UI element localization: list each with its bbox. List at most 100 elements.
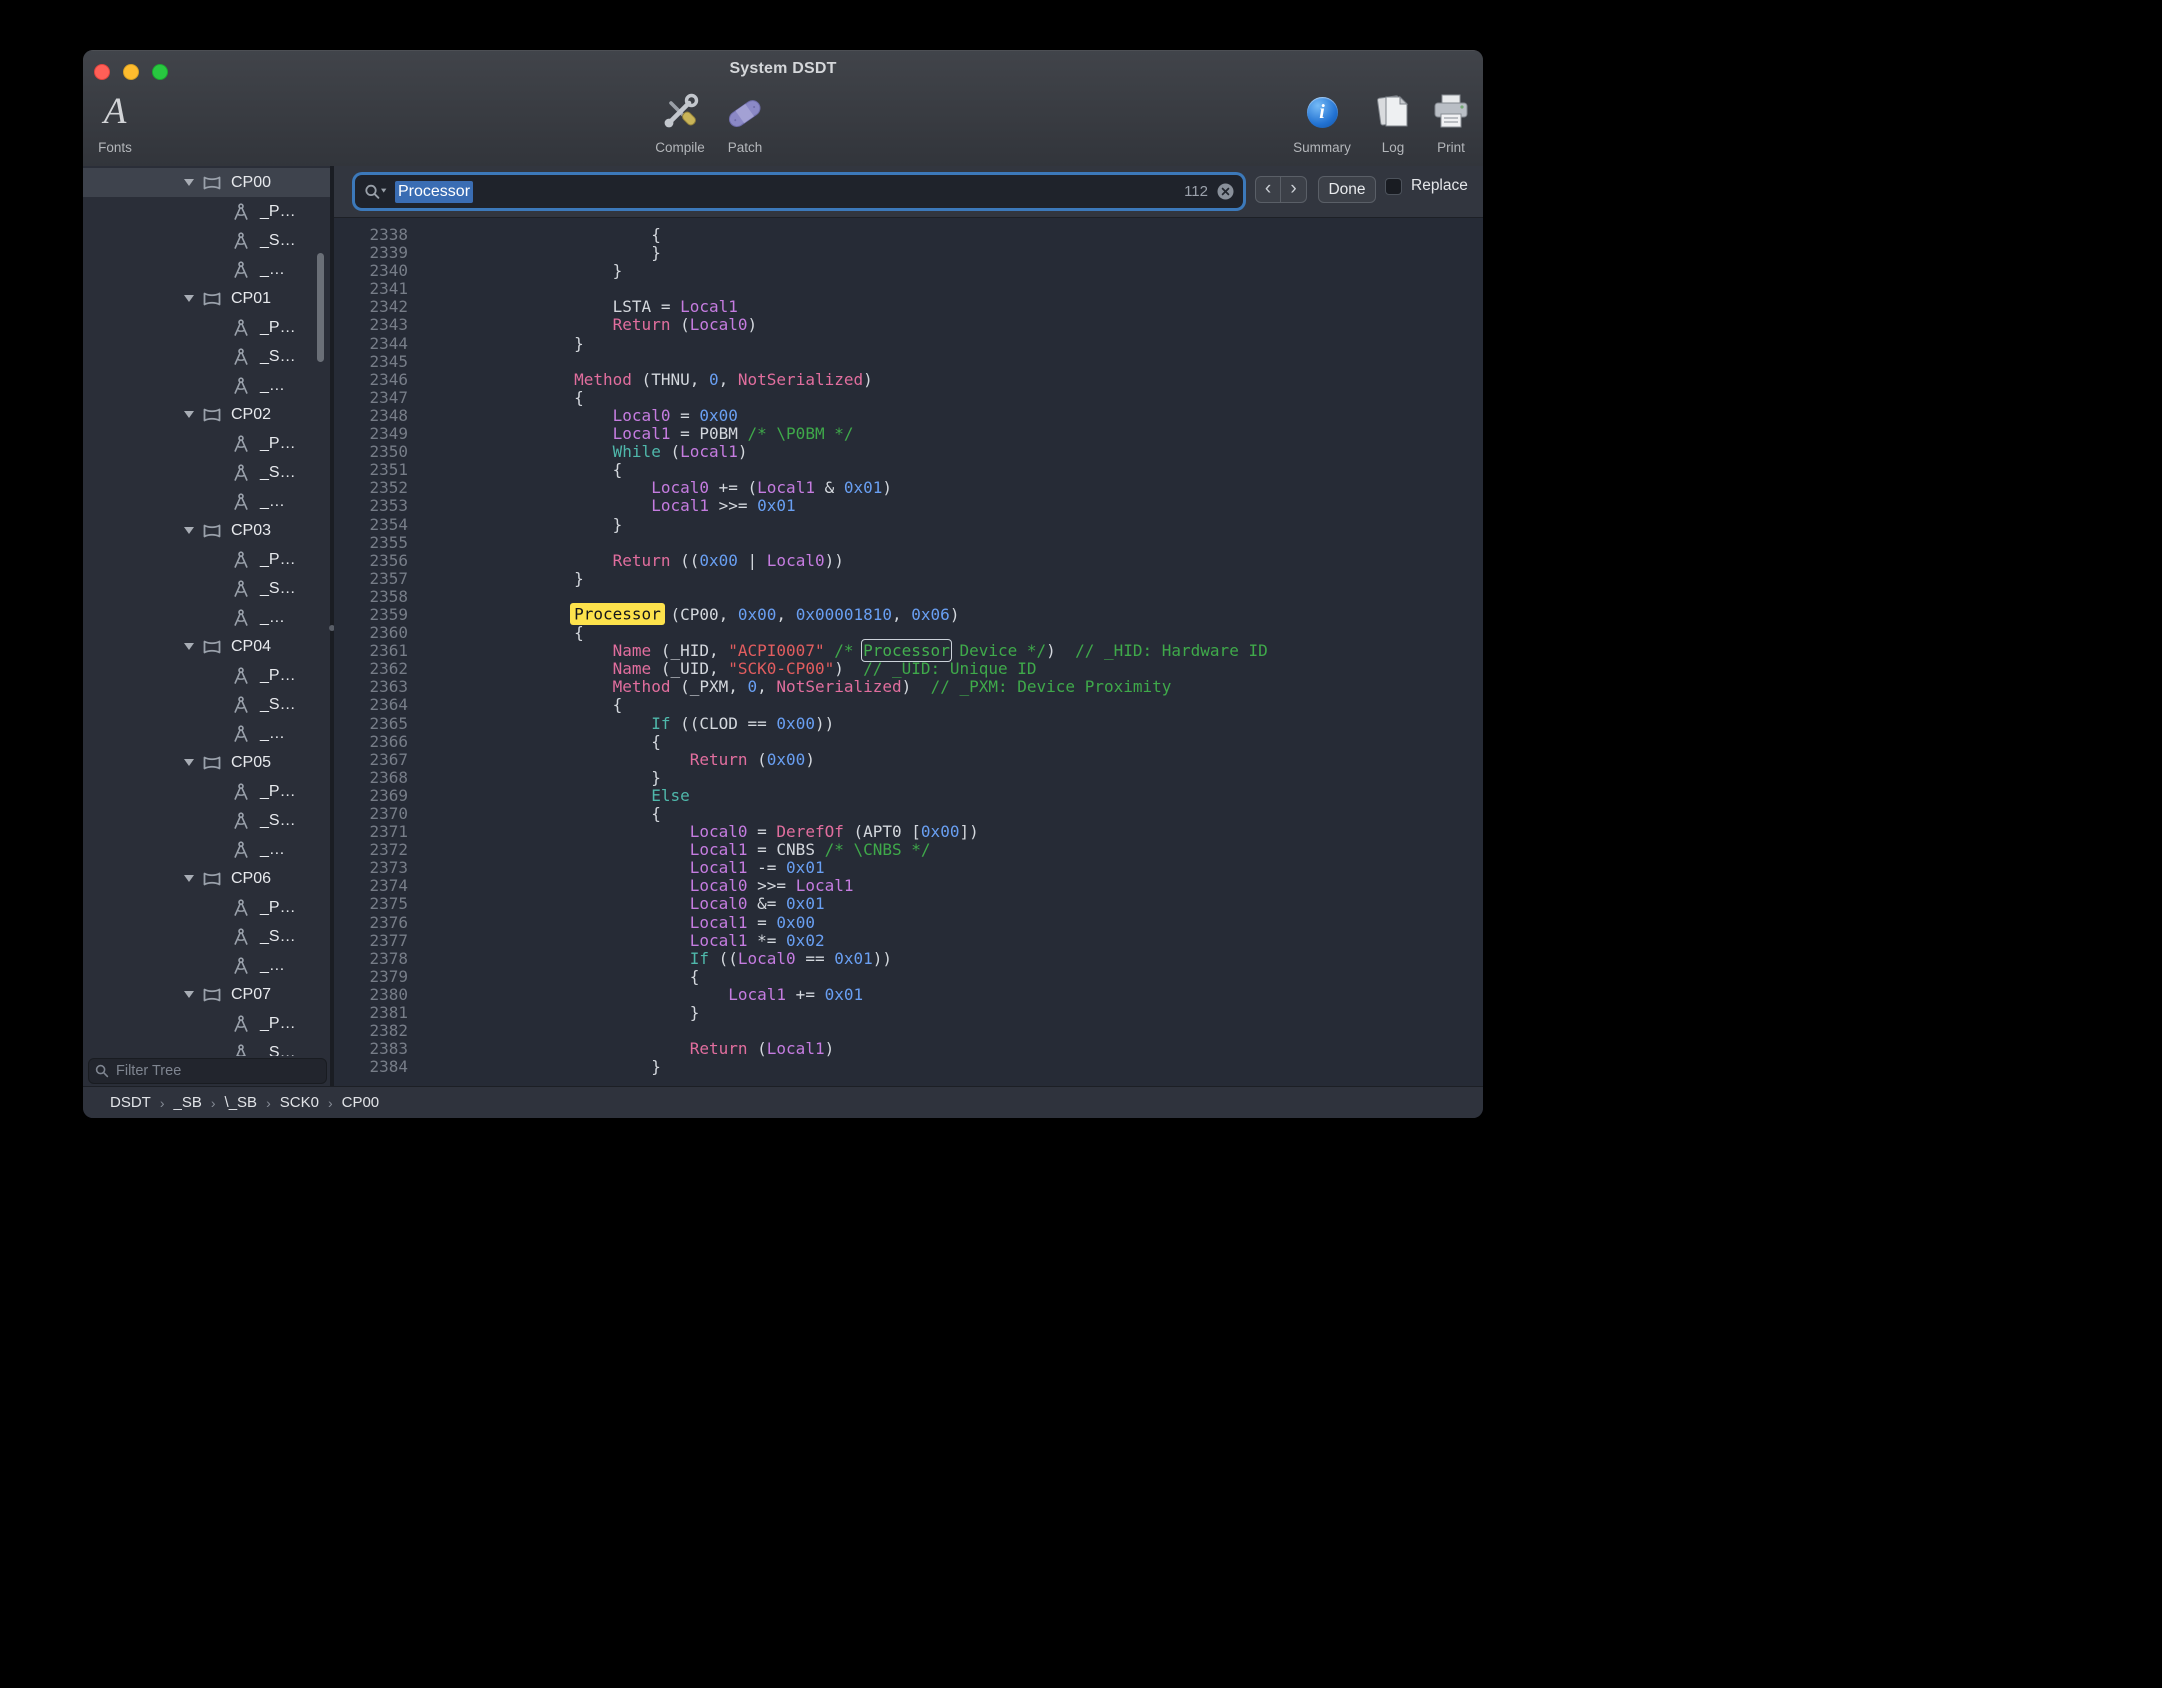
- tree-item[interactable]: _S…: [83, 922, 330, 951]
- compile-toolbar-button[interactable]: Compile: [645, 86, 715, 155]
- replace-checkbox[interactable]: [1385, 178, 1402, 195]
- code-line[interactable]: 2377 Local1 *= 0x02: [334, 932, 1483, 950]
- clear-search-icon[interactable]: [1217, 183, 1234, 200]
- print-toolbar-button[interactable]: Print: [1421, 86, 1481, 155]
- code-line[interactable]: 2359 Processor (CP00, 0x00, 0x00001810, …: [334, 606, 1483, 624]
- patch-toolbar-button[interactable]: Patch: [713, 86, 777, 155]
- code-line[interactable]: 2380 Local1 += 0x01: [334, 986, 1483, 1004]
- code-line[interactable]: 2352 Local0 += (Local1 & 0x01): [334, 479, 1483, 497]
- tree-item[interactable]: _P…: [83, 1009, 330, 1038]
- tree-item[interactable]: _…: [83, 951, 330, 980]
- breadcrumb-item[interactable]: \_SB: [225, 1094, 258, 1111]
- code-line[interactable]: 2339 }: [334, 244, 1483, 262]
- code-line[interactable]: 2345: [334, 353, 1483, 371]
- done-button[interactable]: Done: [1318, 176, 1376, 203]
- search-input[interactable]: Processor 112: [355, 175, 1243, 208]
- code-line[interactable]: 2344 }: [334, 335, 1483, 353]
- code-line[interactable]: 2384 }: [334, 1058, 1483, 1076]
- tree-group-cp05[interactable]: CP05: [83, 748, 330, 777]
- code-line[interactable]: 2365 If ((CLOD == 0x00)): [334, 715, 1483, 733]
- disclosure-triangle-icon[interactable]: [184, 179, 194, 186]
- code-line[interactable]: 2375 Local0 &= 0x01: [334, 895, 1483, 913]
- next-match-button[interactable]: ›: [1281, 176, 1307, 203]
- tree-item[interactable]: _S…: [83, 574, 330, 603]
- tree-item[interactable]: _S…: [83, 342, 330, 371]
- code-line[interactable]: 2374 Local0 >>= Local1: [334, 877, 1483, 895]
- tree-item[interactable]: _…: [83, 835, 330, 864]
- code-line[interactable]: 2364 {: [334, 696, 1483, 714]
- code-line[interactable]: 2354 }: [334, 516, 1483, 534]
- tree-group-cp02[interactable]: CP02: [83, 400, 330, 429]
- disclosure-triangle-icon[interactable]: [184, 295, 194, 302]
- tree-item[interactable]: _S…: [83, 690, 330, 719]
- breadcrumb-item[interactable]: _SB: [174, 1094, 202, 1111]
- tree-item[interactable]: _P…: [83, 197, 330, 226]
- code-line[interactable]: 2346 Method (THNU, 0, NotSerialized): [334, 371, 1483, 389]
- code-line[interactable]: 2358: [334, 588, 1483, 606]
- tree-group-cp06[interactable]: CP06: [83, 864, 330, 893]
- breadcrumb-item[interactable]: DSDT: [110, 1094, 151, 1111]
- filter-tree-field[interactable]: [88, 1058, 327, 1084]
- previous-match-button[interactable]: ‹: [1255, 176, 1281, 203]
- code-line[interactable]: 2338 {: [334, 226, 1483, 244]
- code-line[interactable]: 2360 {: [334, 624, 1483, 642]
- code-line[interactable]: 2348 Local0 = 0x00: [334, 407, 1483, 425]
- code-line[interactable]: 2378 If ((Local0 == 0x01)): [334, 950, 1483, 968]
- code-line[interactable]: 2361 Name (_HID, "ACPI0007" /* Processor…: [334, 642, 1483, 660]
- disclosure-triangle-icon[interactable]: [184, 527, 194, 534]
- tree-item[interactable]: _…: [83, 603, 330, 632]
- code-line[interactable]: 2341: [334, 280, 1483, 298]
- tree-item[interactable]: _P…: [83, 313, 330, 342]
- summary-toolbar-button[interactable]: i Summary: [1290, 86, 1354, 155]
- code-line[interactable]: 2381 }: [334, 1004, 1483, 1022]
- disclosure-triangle-icon[interactable]: [184, 759, 194, 766]
- disclosure-triangle-icon[interactable]: [184, 991, 194, 998]
- tree-item[interactable]: _S…: [83, 458, 330, 487]
- filter-tree-input[interactable]: [114, 1062, 320, 1080]
- code-line[interactable]: 2350 While (Local1): [334, 443, 1483, 461]
- disclosure-triangle-icon[interactable]: [184, 643, 194, 650]
- code-line[interactable]: 2349 Local1 = P0BM /* \P0BM */: [334, 425, 1483, 443]
- tree-group-cp04[interactable]: CP04: [83, 632, 330, 661]
- tree-item[interactable]: _P…: [83, 893, 330, 922]
- tree-item[interactable]: _…: [83, 371, 330, 400]
- code-line[interactable]: 2356 Return ((0x00 | Local0)): [334, 552, 1483, 570]
- code-line[interactable]: 2347 {: [334, 389, 1483, 407]
- tree-item[interactable]: _S…: [83, 806, 330, 835]
- tree-group-cp03[interactable]: CP03: [83, 516, 330, 545]
- code-line[interactable]: 2363 Method (_PXM, 0, NotSerialized) // …: [334, 678, 1483, 696]
- tree-item[interactable]: _S…: [83, 1038, 330, 1056]
- code-line[interactable]: 2368 }: [334, 769, 1483, 787]
- tree-group-cp07[interactable]: CP07: [83, 980, 330, 1009]
- code-line[interactable]: 2342 LSTA = Local1: [334, 298, 1483, 316]
- tree-item[interactable]: _S…: [83, 226, 330, 255]
- code-line[interactable]: 2369 Else: [334, 787, 1483, 805]
- fonts-toolbar-button[interactable]: A Fonts: [87, 86, 143, 155]
- breadcrumb-item[interactable]: SCK0: [280, 1094, 319, 1111]
- disclosure-triangle-icon[interactable]: [184, 875, 194, 882]
- code-line[interactable]: 2353 Local1 >>= 0x01: [334, 497, 1483, 515]
- log-toolbar-button[interactable]: Log: [1363, 86, 1423, 155]
- code-line[interactable]: 2382: [334, 1022, 1483, 1040]
- code-line[interactable]: 2351 {: [334, 461, 1483, 479]
- tree-item[interactable]: _…: [83, 719, 330, 748]
- sidebar-scrollbar[interactable]: [317, 253, 324, 362]
- tree-group-cp01[interactable]: CP01: [83, 284, 330, 313]
- tree-group-cp00[interactable]: CP00: [83, 168, 330, 197]
- tree-item[interactable]: _P…: [83, 777, 330, 806]
- code-line[interactable]: 2373 Local1 -= 0x01: [334, 859, 1483, 877]
- code-line[interactable]: 2370 {: [334, 805, 1483, 823]
- tree-item[interactable]: _P…: [83, 661, 330, 690]
- code-line[interactable]: 2366 {: [334, 733, 1483, 751]
- code-editor[interactable]: 2338 {2339 }2340 }23412342 LSTA = Local1…: [334, 218, 1483, 1086]
- code-line[interactable]: 2355: [334, 534, 1483, 552]
- code-line[interactable]: 2367 Return (0x00): [334, 751, 1483, 769]
- code-line[interactable]: 2357 }: [334, 570, 1483, 588]
- search-menu-icon[interactable]: [364, 183, 388, 200]
- code-line[interactable]: 2376 Local1 = 0x00: [334, 914, 1483, 932]
- code-line[interactable]: 2383 Return (Local1): [334, 1040, 1483, 1058]
- code-line[interactable]: 2379 {: [334, 968, 1483, 986]
- tree-item[interactable]: _…: [83, 255, 330, 284]
- code-line[interactable]: 2362 Name (_UID, "SCK0-CP00") // _UID: U…: [334, 660, 1483, 678]
- disclosure-triangle-icon[interactable]: [184, 411, 194, 418]
